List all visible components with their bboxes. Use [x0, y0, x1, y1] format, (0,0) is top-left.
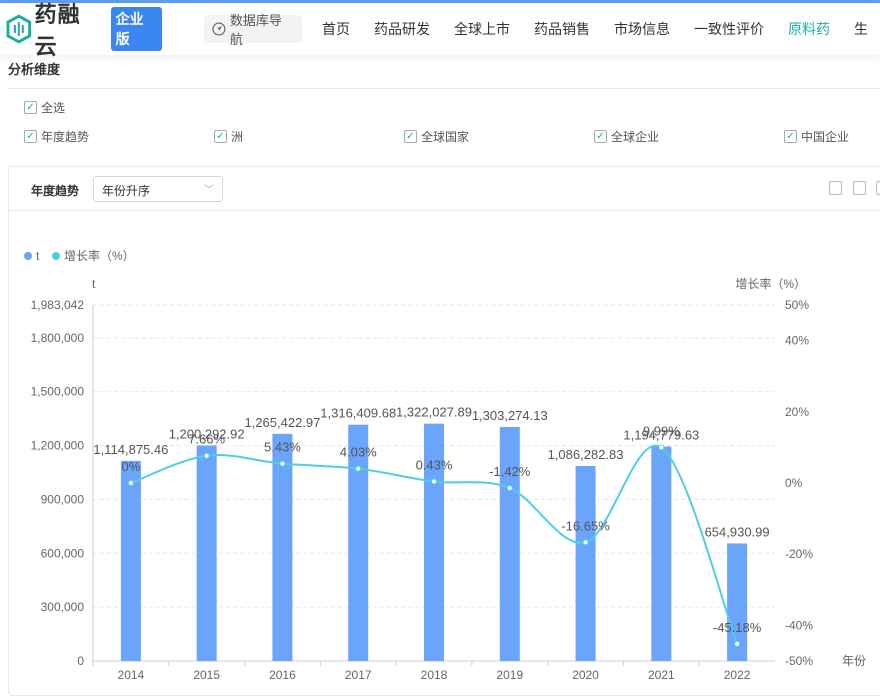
bar-data-label: 1,086,282.83 [548, 447, 624, 462]
y-tick-left: 1,200,000 [31, 439, 85, 453]
y-tick-left: 1,800,000 [31, 331, 85, 345]
bar [499, 427, 520, 661]
bar-data-label: 654,930.99 [705, 524, 770, 539]
y-tick-left: 0 [77, 654, 84, 668]
line-data-label: 0% [121, 459, 140, 474]
line-data-label: 4.03% [340, 445, 377, 460]
x-tick-label: 2017 [345, 668, 372, 682]
x-tick-label: 2019 [496, 668, 523, 682]
legend-label: 增长率（%） [64, 248, 135, 263]
bar-data-label: 1,322,027.89 [396, 405, 472, 420]
bar-data-label: 1,265,422.97 [244, 415, 320, 430]
x-tick-label: 2014 [118, 668, 145, 682]
x-tick-label: 2018 [421, 668, 448, 682]
annual-trend-chart: t 增长率（%） t 增长率（%） 年份 0 300,000 600,000 900,000 1,… [24, 248, 866, 682]
y-axis-right-title: 增长率（%） [735, 276, 806, 291]
x-tick-label: 2022 [724, 668, 751, 682]
line-data-label: 0.43% [416, 457, 453, 472]
line-point [279, 460, 286, 467]
legend-marker [52, 252, 60, 260]
y-tick-left: 1,500,000 [31, 385, 85, 399]
bar-data-label: 1,316,409.68 [320, 406, 396, 421]
line-point [506, 485, 513, 492]
x-axis-title: 年份 [842, 654, 866, 668]
y-tick-right: -20% [785, 547, 813, 561]
y-tick-left: 300,000 [41, 600, 85, 614]
y-axis-left-title: t [92, 277, 96, 291]
line-point [582, 539, 589, 546]
bar [575, 465, 596, 661]
bar-data-label: 1,114,875.46 [93, 442, 168, 457]
bar [196, 445, 217, 661]
bar [120, 460, 141, 661]
bar [272, 433, 293, 661]
line-data-label: -16.65% [561, 518, 610, 533]
y-tick-right: 40% [785, 334, 809, 348]
line-point [203, 452, 210, 459]
line-point [355, 465, 362, 472]
x-tick-label: 2020 [572, 668, 599, 682]
bar [651, 446, 672, 661]
y-tick-left: 600,000 [41, 546, 85, 560]
line-data-label: 5.43% [264, 440, 301, 455]
line-point [127, 480, 134, 486]
line-data-label: -1.42% [489, 464, 531, 479]
legend-marker [24, 252, 32, 260]
legend-label: t [36, 249, 40, 263]
y-tick-left: 1,983,042 [31, 298, 85, 312]
y-tick-right: 20% [785, 405, 809, 419]
y-tick-right: 0% [785, 476, 803, 490]
bar-data-label: 1,303,274.13 [472, 408, 548, 423]
y-tick-left: 900,000 [41, 492, 85, 506]
line-data-label: 9.99% [643, 423, 680, 438]
y-tick-right: -50% [785, 654, 813, 668]
line-data-label: -45.18% [713, 620, 762, 635]
bar [348, 424, 369, 661]
line-data-label: 7.66% [188, 432, 225, 447]
line-point [658, 444, 665, 451]
line-point [431, 478, 437, 485]
y-tick-right: -40% [785, 618, 813, 632]
x-tick-label: 2016 [269, 668, 296, 682]
y-tick-right: 50% [785, 298, 809, 312]
x-tick-label: 2015 [193, 668, 220, 682]
line-point [734, 640, 741, 647]
x-tick-label: 2021 [648, 668, 675, 682]
